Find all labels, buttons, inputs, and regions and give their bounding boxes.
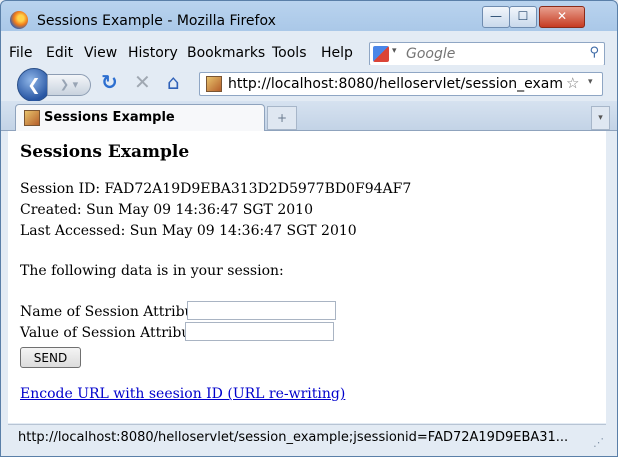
- tab-sessions-example[interactable]: Sessions Example: [15, 104, 265, 131]
- stop-icon[interactable]: ✕: [134, 70, 151, 94]
- close-button[interactable]: ✕: [539, 6, 585, 28]
- status-bar: http://localhost:8080/helloservlet/sessi…: [8, 424, 606, 451]
- session-id-text: Session ID: FAD72A19D9EBA313D2D5977BD0F9…: [20, 181, 412, 197]
- browser-window: Sessions Example - Mozilla Firefox — ☐ ✕…: [0, 0, 618, 457]
- url-input[interactable]: [228, 75, 563, 92]
- menu-tools[interactable]: Tools: [272, 45, 307, 61]
- magnifier-icon[interactable]: ⚲: [589, 45, 599, 60]
- home-icon[interactable]: ⌂: [167, 70, 180, 94]
- send-button[interactable]: SEND: [20, 347, 81, 368]
- title-bar[interactable]: Sessions Example - Mozilla Firefox — ☐ ✕: [1, 1, 617, 39]
- menu-history[interactable]: History: [128, 45, 178, 61]
- chevron-down-icon[interactable]: ▾: [392, 46, 397, 56]
- window-title: Sessions Example - Mozilla Firefox: [37, 13, 276, 29]
- resize-grip-icon[interactable]: ⋰: [593, 436, 604, 449]
- search-box[interactable]: ▾ ⚲: [369, 42, 605, 66]
- back-button[interactable]: ❮: [17, 68, 51, 102]
- menu-bookmarks[interactable]: Bookmarks: [187, 45, 265, 61]
- status-text: http://localhost:8080/helloservlet/sessi…: [18, 430, 569, 445]
- tab-list-button[interactable]: ▾: [591, 106, 610, 130]
- page-content: Sessions Example Session ID: FAD72A19D9E…: [8, 131, 606, 423]
- tab-label: Sessions Example: [44, 110, 175, 125]
- menu-help[interactable]: Help: [321, 45, 353, 61]
- new-tab-button[interactable]: +: [267, 106, 297, 130]
- minimize-button[interactable]: —: [482, 6, 510, 28]
- menu-edit[interactable]: Edit: [46, 45, 73, 61]
- created-text: Created: Sun May 09 14:36:47 SGT 2010: [20, 202, 313, 218]
- attribute-name-label: Name of Session Attribute:: [20, 304, 213, 320]
- search-input[interactable]: [406, 45, 576, 62]
- menu-view[interactable]: View: [84, 45, 117, 61]
- firefox-icon: [10, 11, 28, 29]
- url-bar[interactable]: ☆ ▾: [199, 72, 603, 96]
- reload-icon[interactable]: ↻: [101, 70, 118, 94]
- bookmark-star-icon[interactable]: ☆: [566, 74, 579, 92]
- last-accessed-text: Last Accessed: Sun May 09 14:36:47 SGT 2…: [20, 223, 357, 239]
- page-title: Sessions Example: [20, 142, 190, 162]
- attribute-value-input[interactable]: [185, 322, 334, 341]
- url-history-chevron-icon[interactable]: ▾: [588, 77, 593, 87]
- site-favicon-icon: [206, 76, 222, 92]
- maximize-button[interactable]: ☐: [509, 6, 537, 28]
- session-data-intro: The following data is in your session:: [20, 263, 284, 279]
- forward-button[interactable]: ❯ ▾: [47, 74, 91, 96]
- google-icon[interactable]: [373, 46, 389, 62]
- attribute-value-label: Value of Session Attribute:: [20, 325, 209, 341]
- encode-url-link[interactable]: Encode URL with seesion ID (URL re-writi…: [20, 386, 345, 402]
- attribute-name-input[interactable]: [187, 301, 336, 320]
- menu-file[interactable]: File: [9, 45, 32, 61]
- tab-favicon-icon: [24, 110, 40, 126]
